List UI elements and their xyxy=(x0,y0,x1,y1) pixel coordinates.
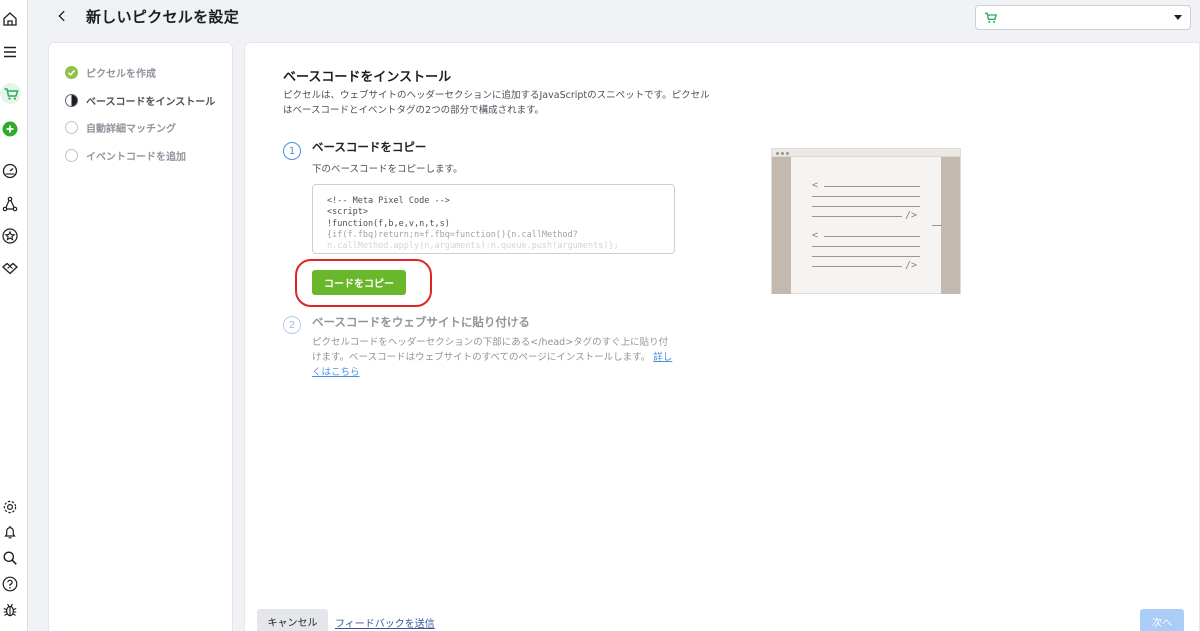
step-number-1: 1 xyxy=(283,142,301,160)
menu-icon[interactable] xyxy=(1,43,19,61)
add-icon[interactable] xyxy=(1,120,19,138)
section-title: ベースコードをインストール xyxy=(283,70,452,85)
setup-steps-panel: ピクセルを作成 ベースコードをインストール 自動詳細マッチング イベントコードを… xyxy=(48,42,233,631)
step-create-pixel[interactable]: ピクセルを作成 xyxy=(65,65,156,80)
step-label: イベントコードを追加 xyxy=(86,152,186,163)
left-nav-rail xyxy=(0,0,28,631)
chevron-down-icon xyxy=(1174,15,1182,20)
code-line: <!-- Meta Pixel Code --> xyxy=(327,196,450,206)
account-selector[interactable] xyxy=(975,5,1191,30)
empty-circle-icon xyxy=(65,149,78,162)
empty-circle-icon xyxy=(65,121,78,134)
chevron-left-icon xyxy=(58,10,65,22)
next-button[interactable]: 次へ xyxy=(1140,609,1184,631)
help-icon[interactable] xyxy=(1,575,19,593)
graph-icon[interactable] xyxy=(1,195,19,213)
step1-description: 下のベースコードをコピーします。 xyxy=(312,164,463,175)
browser-bar xyxy=(772,149,960,157)
copy-code-button[interactable]: コードをコピー xyxy=(312,270,406,295)
dashboard-icon[interactable] xyxy=(1,162,19,180)
step-add-event-code[interactable]: イベントコードを追加 xyxy=(65,148,186,163)
step-install-base-code[interactable]: ベースコードをインストール xyxy=(65,93,215,108)
shop-icon[interactable] xyxy=(0,83,21,104)
search-icon[interactable] xyxy=(1,549,19,567)
handshake-icon[interactable] xyxy=(1,259,19,277)
bug-icon[interactable] xyxy=(1,601,19,619)
shop-icon xyxy=(985,12,998,23)
settings-icon[interactable] xyxy=(1,498,19,516)
code-line: n.callMethod.apply(n,arguments):n.queue.… xyxy=(327,241,619,252)
base-code-box[interactable]: <!-- Meta Pixel Code --> <script> !funct… xyxy=(312,184,675,254)
step-label: ベースコードをインストール xyxy=(86,97,216,108)
back-button[interactable] xyxy=(52,6,72,26)
code-line: !function(f,b,e,v,n,t,s) xyxy=(327,218,450,229)
step2-title: ベースコードをウェブサイトに貼り付ける xyxy=(312,315,530,329)
half-circle-icon xyxy=(65,94,78,107)
bell-icon[interactable] xyxy=(1,523,19,541)
step2-description-block: ピクセルコードをヘッダーセクションの下部にある</head>タグのすぐ上に貼り付… xyxy=(312,335,677,380)
page-title: 新しいピクセルを設定 xyxy=(86,8,240,26)
step-label: ピクセルを作成 xyxy=(86,69,156,80)
section-description: ピクセルは、ウェブサイトのヘッダーセクションに追加するJavaScriptのスニ… xyxy=(283,90,710,116)
code-illustration: < /> < /> xyxy=(771,148,961,294)
code-line: {if(f.fbq)return;n=f.fbq=function(){n.ca… xyxy=(327,229,578,240)
step-label: 自動詳細マッチング xyxy=(86,124,176,135)
check-icon xyxy=(65,66,78,79)
star-icon[interactable] xyxy=(1,227,19,245)
step-auto-advanced-matching[interactable]: 自動詳細マッチング xyxy=(65,120,176,135)
main-panel: ベースコードをインストール ピクセルは、ウェブサイトのヘッダーセクションに追加す… xyxy=(244,42,1200,631)
code-line: <script> xyxy=(327,207,368,218)
step2-description: ピクセルコードをヘッダーセクションの下部にある</head>タグのすぐ上に貼り付… xyxy=(312,337,669,363)
step-number-2: 2 xyxy=(283,316,301,334)
cancel-button[interactable]: キャンセル xyxy=(257,609,328,631)
send-feedback-link[interactable]: フィードバックを送信 xyxy=(335,615,435,630)
home-icon[interactable] xyxy=(1,10,19,28)
step1-title: ベースコードをコピー xyxy=(312,140,427,154)
